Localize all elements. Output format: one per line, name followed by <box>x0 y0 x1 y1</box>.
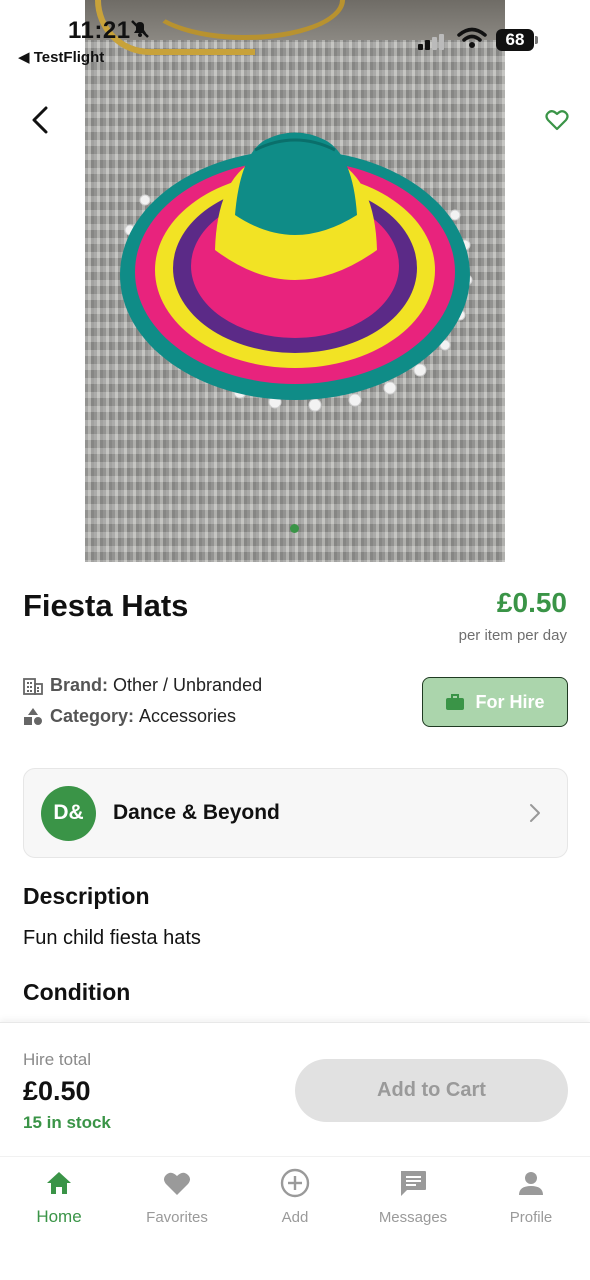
for-hire-badge: For Hire <box>422 677 568 727</box>
seller-name: Dance & Beyond <box>113 801 280 824</box>
building-icon <box>23 677 43 695</box>
tab-profile-label: Profile <box>509 1209 553 1226</box>
tab-messages-label: Messages <box>378 1209 448 1226</box>
category-label: Category: <box>50 706 135 726</box>
message-icon <box>401 1171 426 1196</box>
for-hire-label: For Hire <box>475 691 545 712</box>
battery-indicator: 68 <box>496 29 538 51</box>
person-icon <box>519 1172 543 1195</box>
heart-icon <box>164 1172 190 1195</box>
hire-total-value: £0.50 <box>23 1076 91 1106</box>
category-row: Category: Accessories <box>23 706 236 727</box>
product-price: £0.50 <box>496 587 567 618</box>
product-detail-screen: 11:21 ◀ TestFlight 68 Fiesta Hats £0.50 … <box>0 0 590 1280</box>
condition-heading: Condition <box>23 979 131 1005</box>
carousel-dot[interactable] <box>290 524 299 533</box>
tab-profile[interactable]: Profile <box>472 1167 590 1237</box>
add-to-cart-button[interactable]: Add to Cart <box>295 1059 568 1122</box>
tab-add[interactable]: Add <box>236 1167 354 1237</box>
favorite-button[interactable] <box>543 106 571 134</box>
chevron-right-icon <box>530 804 540 822</box>
tab-favorites[interactable]: Favorites <box>118 1167 236 1237</box>
tab-favorites-label: Favorites <box>146 1209 208 1226</box>
sombrero-image <box>120 132 473 412</box>
briefcase-icon <box>446 694 465 710</box>
bottom-tab-bar: Home Favorites Add Messages Profile <box>0 1156 590 1280</box>
bell-muted-icon <box>131 20 149 38</box>
price-unit: per item per day <box>458 627 567 644</box>
hire-total-label: Hire total <box>23 1050 92 1069</box>
heart-outline-icon <box>545 110 569 131</box>
shapes-icon <box>24 708 42 725</box>
tab-messages[interactable]: Messages <box>354 1167 472 1237</box>
stock-count: 15 in stock <box>23 1113 111 1132</box>
cellular-signal-icon <box>418 34 444 50</box>
tab-add-label: Add <box>281 1209 309 1226</box>
description-text: Fun child fiesta hats <box>23 927 201 949</box>
back-to-testflight[interactable]: ◀ TestFlight <box>18 48 104 66</box>
product-title: Fiesta Hats <box>23 588 189 623</box>
tab-home[interactable]: Home <box>0 1167 118 1237</box>
product-photo <box>85 0 505 562</box>
wifi-icon <box>457 27 487 48</box>
category-value: Accessories <box>139 706 237 726</box>
back-button[interactable] <box>24 102 56 138</box>
brand-value: Other / Unbranded <box>113 675 263 695</box>
tab-home-label: Home <box>36 1207 82 1226</box>
product-image-carousel[interactable] <box>0 0 590 562</box>
description-heading: Description <box>23 883 150 909</box>
plus-circle-icon <box>280 1168 310 1198</box>
purchase-bar: Hire total £0.50 15 in stock Add to Cart <box>0 1022 590 1156</box>
seller-card[interactable]: D& Dance & Beyond <box>23 768 568 858</box>
brand-row: Brand: Other / Unbranded <box>23 675 262 696</box>
seller-avatar: D& <box>41 785 96 841</box>
status-time: 11:21 <box>68 17 131 44</box>
brand-label: Brand: <box>50 675 108 695</box>
home-icon <box>47 1172 71 1194</box>
chevron-left-icon <box>32 106 48 134</box>
